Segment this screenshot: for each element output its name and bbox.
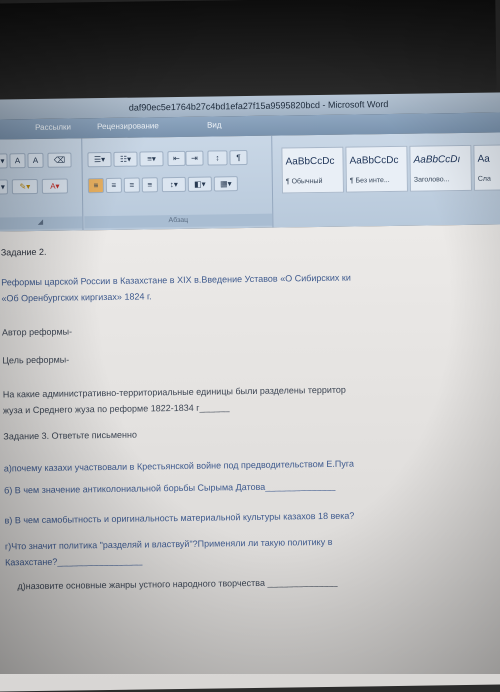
- background-dark: [0, 0, 497, 102]
- decrease-indent-icon[interactable]: ⇤: [167, 150, 186, 167]
- line-spacing-icon[interactable]: ↕▾: [161, 176, 186, 193]
- pilcrow-icon[interactable]: ¶: [229, 150, 248, 166]
- grow-font-button[interactable]: A: [9, 153, 26, 169]
- style-subtle[interactable]: Aa Сла: [473, 144, 500, 191]
- font-color-icon[interactable]: A▾: [41, 178, 68, 194]
- align-right-icon[interactable]: ≡: [123, 177, 140, 193]
- question-line1: На какие административно-территориальные…: [2, 384, 346, 400]
- style-sample: Aa: [477, 153, 490, 165]
- style-sample: AaBbCcDc: [349, 154, 399, 167]
- style-sample: AaBbCcDc: [285, 155, 335, 168]
- shading-icon[interactable]: ◧▾: [187, 176, 212, 192]
- align-center-icon[interactable]: ≡: [105, 177, 122, 193]
- paragraph-group-label: Абзац: [168, 216, 189, 225]
- window-title: daf90ec5e1764b27c4bd1efa27f15a9595820bcd…: [128, 99, 389, 113]
- tab-review[interactable]: Рецензирование: [97, 121, 159, 131]
- task3-title: Задание 3. Ответьте письменно: [3, 429, 138, 442]
- bullets-icon[interactable]: ☰▾: [87, 151, 112, 168]
- justify-icon[interactable]: ≡: [141, 177, 158, 193]
- style-sample: AaBbCcDı: [413, 154, 461, 166]
- font-group: ▾ A A ⌫ ▾ ✎▾ A▾ ◢: [0, 138, 84, 232]
- ribbon: ▾ A A ⌫ ▾ ✎▾ A▾ ◢ ☰▾ ☷▾ ≡▾ ⇤ ⇥ ↕ ¶ ≡ ≡ ≡…: [0, 132, 500, 232]
- style-name: Заголово...: [413, 176, 450, 184]
- question-d-line2: Казахстане?_________________: [5, 555, 143, 568]
- question-a: а)почему казахи участвовали в Крестьянск…: [3, 458, 355, 474]
- shrink-font-button[interactable]: A: [27, 152, 44, 169]
- document-page[interactable]: Задание 2. Реформы царской России в Каза…: [0, 224, 500, 692]
- task2-line1: Реформы царской России в Казахстане в XI…: [1, 272, 351, 288]
- paragraph-group: ☰▾ ☷▾ ≡▾ ⇤ ⇥ ↕ ¶ ≡ ≡ ≡ ≡ ↕▾ ◧▾ ▦▾ Абзац: [83, 135, 274, 231]
- style-name: Сла: [477, 175, 491, 183]
- question-d-line1: г)Что значит политика "разделяй и властв…: [4, 536, 333, 552]
- task2-line2: «Об Оренбургских киргизах» 1824 г.: [1, 291, 152, 304]
- tab-mailings[interactable]: Рассылки: [35, 122, 71, 132]
- author-line: Автор реформы-: [1, 326, 73, 338]
- goal-line: Цель реформы-: [2, 354, 70, 366]
- question-e: д)назовите основные жанры устного народн…: [17, 576, 338, 592]
- increase-indent-icon[interactable]: ⇥: [185, 150, 204, 166]
- font-group-footer: ◢: [0, 216, 83, 230]
- align-left-icon[interactable]: ≡: [87, 178, 104, 194]
- case-dropdown[interactable]: ▾: [0, 179, 8, 195]
- style-normal[interactable]: AaBbCcDc ¶ Обычный: [281, 146, 344, 194]
- borders-icon[interactable]: ▦▾: [213, 176, 238, 192]
- font-size-dropdown[interactable]: ▾: [0, 153, 8, 169]
- paragraph-group-footer: Абзац: [84, 213, 273, 229]
- highlight-color-icon[interactable]: ✎▾: [11, 178, 38, 195]
- clear-format-icon[interactable]: ⌫: [47, 152, 72, 168]
- question-b: б) В чем значение антиколониальной борьб…: [4, 480, 336, 496]
- style-no-spacing[interactable]: AaBbCcDc ¶ Без инте...: [345, 145, 408, 193]
- numbering-icon[interactable]: ☷▾: [113, 151, 138, 167]
- question-line2: жуза и Среднего жуза по реформе 1822-183…: [2, 402, 230, 416]
- style-name: ¶ Без инте...: [349, 177, 390, 185]
- style-heading[interactable]: AaBbCcDı Заголово...: [409, 144, 472, 192]
- tab-view[interactable]: Вид: [207, 120, 222, 129]
- question-c: в) В чем самобытность и оригинальность м…: [4, 510, 355, 526]
- multilevel-list-icon[interactable]: ≡▾: [139, 151, 164, 167]
- sort-icon[interactable]: ↕: [207, 150, 228, 166]
- style-name: ¶ Обычный: [285, 177, 323, 186]
- task2-title: Задание 2.: [0, 246, 47, 258]
